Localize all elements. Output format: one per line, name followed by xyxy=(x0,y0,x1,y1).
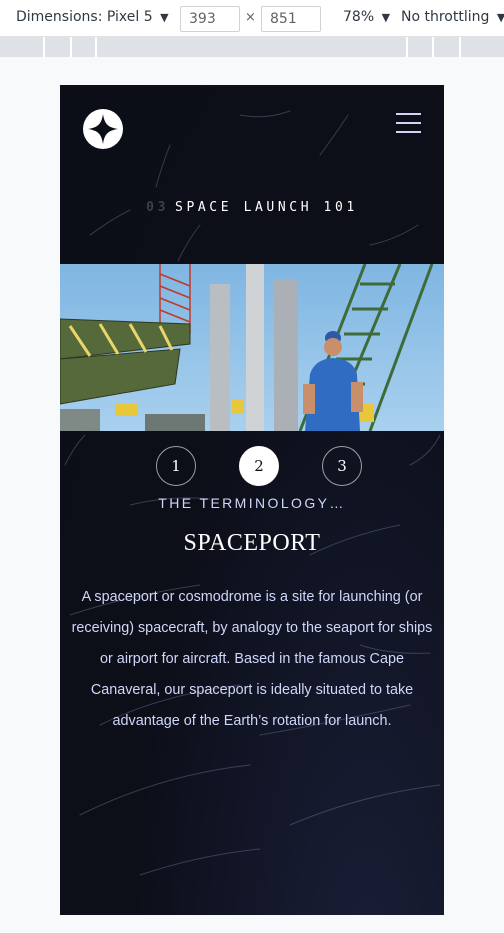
page-heading: 03 SPACE LAUNCH 101 xyxy=(60,200,444,215)
device-width-input[interactable]: 393 xyxy=(180,6,240,32)
device-height-input[interactable]: 851 xyxy=(261,6,321,32)
heading-text: SPACE LAUNCH 101 xyxy=(175,200,358,215)
term-title: SPACEPORT xyxy=(183,530,321,556)
media-query-marker[interactable] xyxy=(95,37,97,57)
device-dimensions-label: Dimensions: Pixel 5 xyxy=(16,9,153,25)
chevron-down-icon: ▼ xyxy=(381,11,391,24)
media-query-marker[interactable] xyxy=(43,37,45,57)
device-viewport: 03 SPACE LAUNCH 101 1 2 3 THE TERMINOLOG… xyxy=(60,85,444,915)
hamburger-menu-icon[interactable] xyxy=(396,113,421,134)
chevron-down-icon: ▼ xyxy=(160,11,169,24)
star-logo-icon xyxy=(88,114,118,144)
step-button-2[interactable]: 2 xyxy=(239,446,279,486)
media-query-marker[interactable] xyxy=(459,37,461,57)
site-logo[interactable] xyxy=(83,109,123,149)
launch-pad-illustration xyxy=(60,264,444,431)
launch-hero-image xyxy=(60,264,444,431)
devtools-device-toolbar: Dimensions: Pixel 5 ▼ 393 × 851 78% ▼ No… xyxy=(0,0,504,37)
media-query-marker[interactable] xyxy=(406,37,408,57)
dimensions-separator: × xyxy=(245,10,256,25)
chevron-down-icon: ▼ xyxy=(496,11,504,24)
throttling-dropdown[interactable]: No throttling ▼ xyxy=(401,9,504,25)
media-query-marker[interactable] xyxy=(70,37,72,57)
step-navigation: 1 2 3 xyxy=(60,446,444,486)
throttling-label: No throttling xyxy=(401,9,490,25)
media-query-bar[interactable] xyxy=(0,37,504,57)
terminology-subtitle: THE TERMINOLOGY… xyxy=(158,495,346,511)
term-description: A spaceport or cosmodrome is a site for … xyxy=(71,589,433,729)
zoom-dropdown[interactable]: 78% ▼ xyxy=(343,9,390,25)
heading-number: 03 xyxy=(146,200,170,215)
device-dimensions-dropdown[interactable]: Dimensions: Pixel 5 ▼ xyxy=(16,9,169,25)
step-button-1[interactable]: 1 xyxy=(156,446,196,486)
zoom-label: 78% xyxy=(343,9,375,25)
media-query-marker[interactable] xyxy=(432,37,434,57)
step-button-3[interactable]: 3 xyxy=(322,446,362,486)
